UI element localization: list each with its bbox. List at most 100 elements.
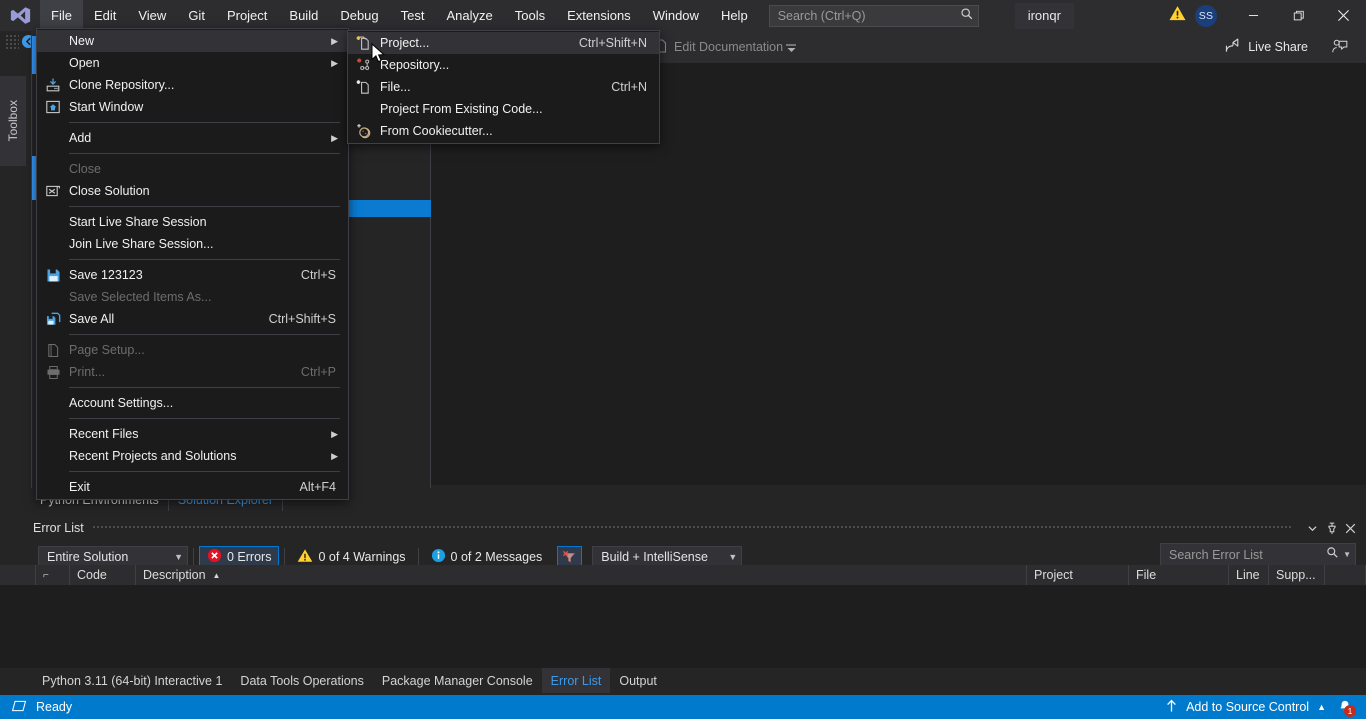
file-menu-item-add[interactable]: Add ▶	[37, 127, 348, 149]
left-dock-grip[interactable]	[5, 34, 19, 50]
chevron-up-icon[interactable]: ▲	[1317, 702, 1326, 712]
column-header-label: File	[1136, 568, 1157, 582]
column-header-description[interactable]: Description ▲	[136, 565, 1027, 585]
file-menu-item-open[interactable]: Open ▶	[37, 52, 348, 74]
menu-separator	[69, 471, 340, 472]
menu-root-label: Window	[652, 8, 699, 23]
warnings-label: 0 of 4 Warnings	[318, 550, 406, 564]
file-menu-item-save-all[interactable]: Save All Ctrl+Shift+S	[37, 308, 348, 330]
upload-arrow-icon[interactable]	[1165, 699, 1178, 716]
column-header-line[interactable]: Line	[1229, 565, 1269, 585]
new-menu-item-project-from-existing-code[interactable]: Project From Existing Code...	[348, 98, 659, 120]
file-menu-item-join-live-share-session[interactable]: Join Live Share Session...	[37, 233, 348, 255]
file-menu-item-save-123123[interactable]: Save 123123 Ctrl+S	[37, 264, 348, 286]
toolbar-overflow-chevron-down-icon[interactable]	[785, 43, 798, 56]
column-header-file[interactable]: File	[1129, 565, 1229, 585]
column-header-project[interactable]: Project	[1027, 565, 1129, 585]
menu-root-edit[interactable]: Edit	[83, 0, 127, 31]
menu-root-analyze[interactable]: Analyze	[435, 0, 503, 31]
error-list-column-headers: ⌐ Code Description ▲ Project File Line Supp...	[0, 565, 1366, 585]
menu-root-help[interactable]: Help	[710, 0, 759, 31]
file-menu-item-recent-files[interactable]: Recent Files ▶	[37, 423, 348, 445]
file-menu-item-clone-repository[interactable]: Clone Repository...	[37, 74, 348, 96]
file-menu-item-account-settings[interactable]: Account Settings...	[37, 392, 348, 414]
column-header-blank[interactable]	[1325, 565, 1366, 585]
file-menu-item-new[interactable]: New ▶	[37, 30, 348, 52]
column-header-blank[interactable]: ⌐	[36, 565, 70, 585]
menu-root-extensions[interactable]: Extensions	[556, 0, 642, 31]
clone-repository-icon	[37, 77, 69, 93]
menu-item-shortcut: Ctrl+S	[300, 268, 336, 282]
sort-indicator-icon: ⌐	[43, 569, 49, 581]
menu-item-label: Project...	[380, 36, 430, 50]
restore-icon[interactable]	[1276, 0, 1321, 31]
visual-studio-window: File Edit View Git Project Build Debug Test Anal…	[0, 0, 1366, 719]
file-menu-item-save-selected-items-as: Save Selected Items As...	[37, 286, 348, 308]
file-menu-item-recent-projects-and-solutions[interactable]: Recent Projects and Solutions ▶	[37, 445, 348, 467]
bottom-tab-python-3-11-64-bit-interactive-1[interactable]: Python 3.11 (64-bit) Interactive 1	[33, 668, 231, 693]
menu-root-project[interactable]: Project	[216, 0, 278, 31]
close-icon[interactable]	[1341, 517, 1360, 539]
close-icon[interactable]	[1321, 0, 1366, 31]
menu-root-window[interactable]: Window	[642, 0, 710, 31]
menu-item-shortcut: Ctrl+N	[611, 80, 647, 94]
menu-root-label: Git	[188, 8, 205, 23]
menu-item-label: From Cookiecutter...	[380, 124, 493, 138]
search-options-chevron-down-icon[interactable]: ▼	[1339, 550, 1351, 559]
column-header-supp[interactable]: Supp...	[1269, 565, 1325, 585]
solution-explorer-selected-row[interactable]	[349, 200, 431, 217]
tool-window-menu-chevron-down-icon[interactable]	[1303, 517, 1322, 539]
window-controls-group: SS	[1168, 0, 1366, 31]
menu-root-git[interactable]: Git	[177, 0, 216, 31]
file-menu-item-close-solution[interactable]: Close Solution	[37, 180, 348, 202]
file-menu-item-start-live-share-session[interactable]: Start Live Share Session	[37, 211, 348, 233]
send-feedback-icon[interactable]	[1331, 38, 1348, 59]
pin-icon[interactable]	[1322, 517, 1341, 539]
bottom-tab-package-manager-console[interactable]: Package Manager Console	[373, 668, 542, 693]
column-header-blank[interactable]	[0, 565, 36, 585]
new-repository-icon	[348, 57, 380, 73]
column-header-code[interactable]: Code	[70, 565, 136, 585]
menu-root-build[interactable]: Build	[278, 0, 329, 31]
bottom-tab-error-list[interactable]: Error List	[541, 668, 611, 693]
menu-bar-items: File Edit View Git Project Build Debug Test Anal…	[40, 0, 759, 31]
file-menu-dropdown: New ▶ Open ▶ Clone Repository... Start Window…	[36, 28, 349, 500]
file-menu-item-close: Close	[37, 158, 348, 180]
tool-window-drag-grip[interactable]	[91, 517, 1294, 539]
new-menu-item-repository[interactable]: Repository...	[348, 54, 659, 76]
quick-launch-search[interactable]: Search (Ctrl+Q)	[768, 4, 979, 27]
menu-root-tools[interactable]: Tools	[504, 0, 556, 31]
menu-item-label: Save All	[69, 312, 115, 326]
menu-root-view[interactable]: View	[127, 0, 177, 31]
bottom-tab-data-tools-operations[interactable]: Data Tools Operations	[231, 668, 372, 693]
status-left-group: Ready	[0, 700, 72, 715]
bottom-tab-output[interactable]: Output	[610, 668, 666, 693]
live-share-button[interactable]: Live Share	[1225, 35, 1308, 59]
menu-root-test[interactable]: Test	[390, 0, 436, 31]
menu-separator	[69, 153, 340, 154]
notification-bell-icon[interactable]: 1	[1334, 695, 1356, 719]
close-solution-icon	[37, 183, 69, 199]
minimize-icon[interactable]	[1231, 0, 1276, 31]
file-menu-item-start-window[interactable]: Start Window	[37, 96, 348, 118]
avatar[interactable]: SS	[1195, 4, 1217, 27]
menu-root-file[interactable]: File	[40, 0, 83, 31]
file-menu-item-exit[interactable]: Exit Alt+F4	[37, 476, 348, 498]
edit-documentation-label: Edit Documentation	[674, 40, 784, 54]
menu-root-label: Extensions	[567, 8, 631, 23]
menu-item-label: Recent Files	[69, 427, 139, 441]
toolbox-tab[interactable]: Toolbox	[0, 76, 26, 166]
submenu-arrow-icon: ▶	[331, 132, 338, 143]
menu-item-label: Start Window	[69, 100, 144, 114]
error-list-search-input[interactable]: Search Error List ▼	[1160, 543, 1356, 566]
menu-item-label: Account Settings...	[69, 396, 174, 410]
menu-root-debug[interactable]: Debug	[329, 0, 389, 31]
error-list-rows	[0, 585, 1366, 672]
edit-documentation-button[interactable]: Edit Documentation	[655, 35, 783, 59]
status-right-group: Add to Source Control ▲ 1	[1165, 695, 1366, 719]
add-to-source-control-label[interactable]: Add to Source Control	[1186, 700, 1309, 714]
new-menu-item-file[interactable]: File... Ctrl+N	[348, 76, 659, 98]
new-menu-item-from-cookiecutter[interactable]: From Cookiecutter...	[348, 120, 659, 142]
warning-triangle-icon[interactable]	[1168, 4, 1187, 28]
new-menu-item-project[interactable]: Project... Ctrl+Shift+N	[348, 32, 659, 54]
